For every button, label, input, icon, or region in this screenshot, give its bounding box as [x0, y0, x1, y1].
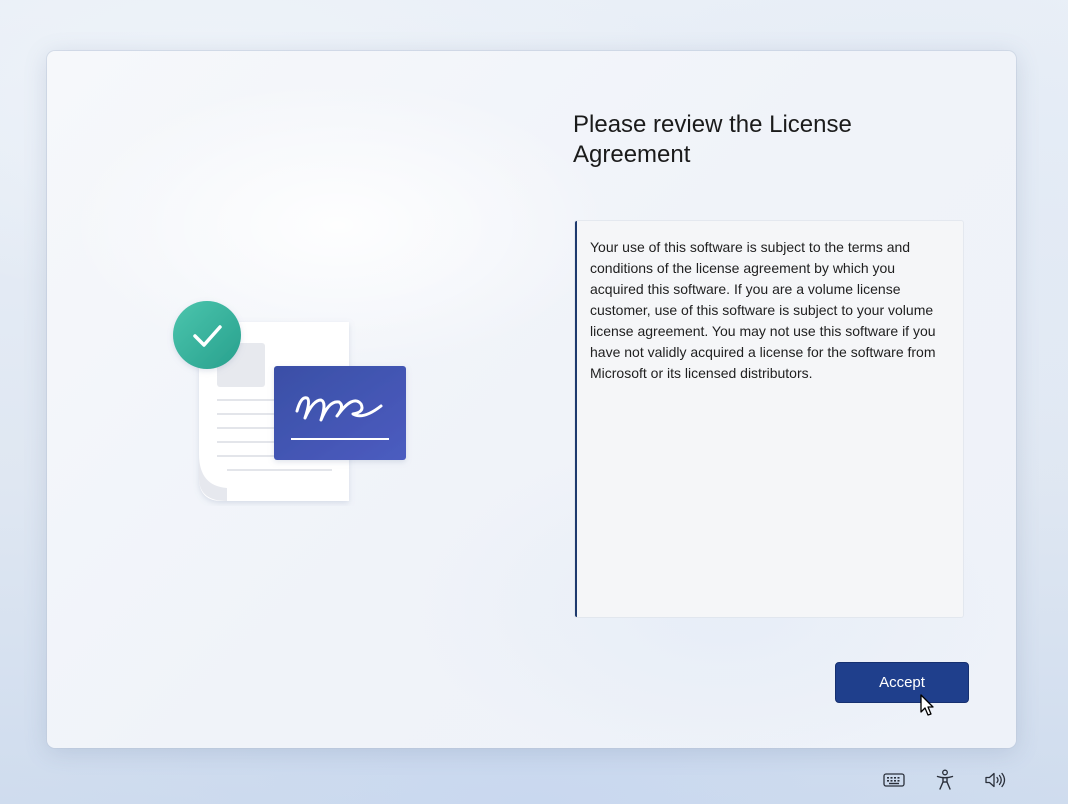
accessibility-button[interactable]: [932, 768, 958, 792]
license-illustration-art: [173, 301, 406, 501]
license-illustration: [167, 296, 417, 506]
volume-icon: [985, 772, 1006, 788]
accessibility-icon: [936, 769, 954, 790]
signature-card-icon: [274, 366, 406, 460]
page-title: Please review the License Agreement: [573, 111, 852, 168]
accept-button[interactable]: Accept: [835, 662, 969, 703]
setup-dialog: Please review the License Agreement Your…: [47, 51, 1016, 748]
keyboard-button[interactable]: [881, 768, 907, 792]
volume-button[interactable]: [982, 768, 1008, 792]
keyboard-icon: [883, 773, 905, 787]
mouse-cursor-icon: [920, 694, 934, 716]
license-text-box[interactable]: Your use of this software is subject to …: [575, 221, 963, 617]
license-text: Your use of this software is subject to …: [590, 239, 936, 381]
check-badge-icon: [173, 301, 241, 369]
